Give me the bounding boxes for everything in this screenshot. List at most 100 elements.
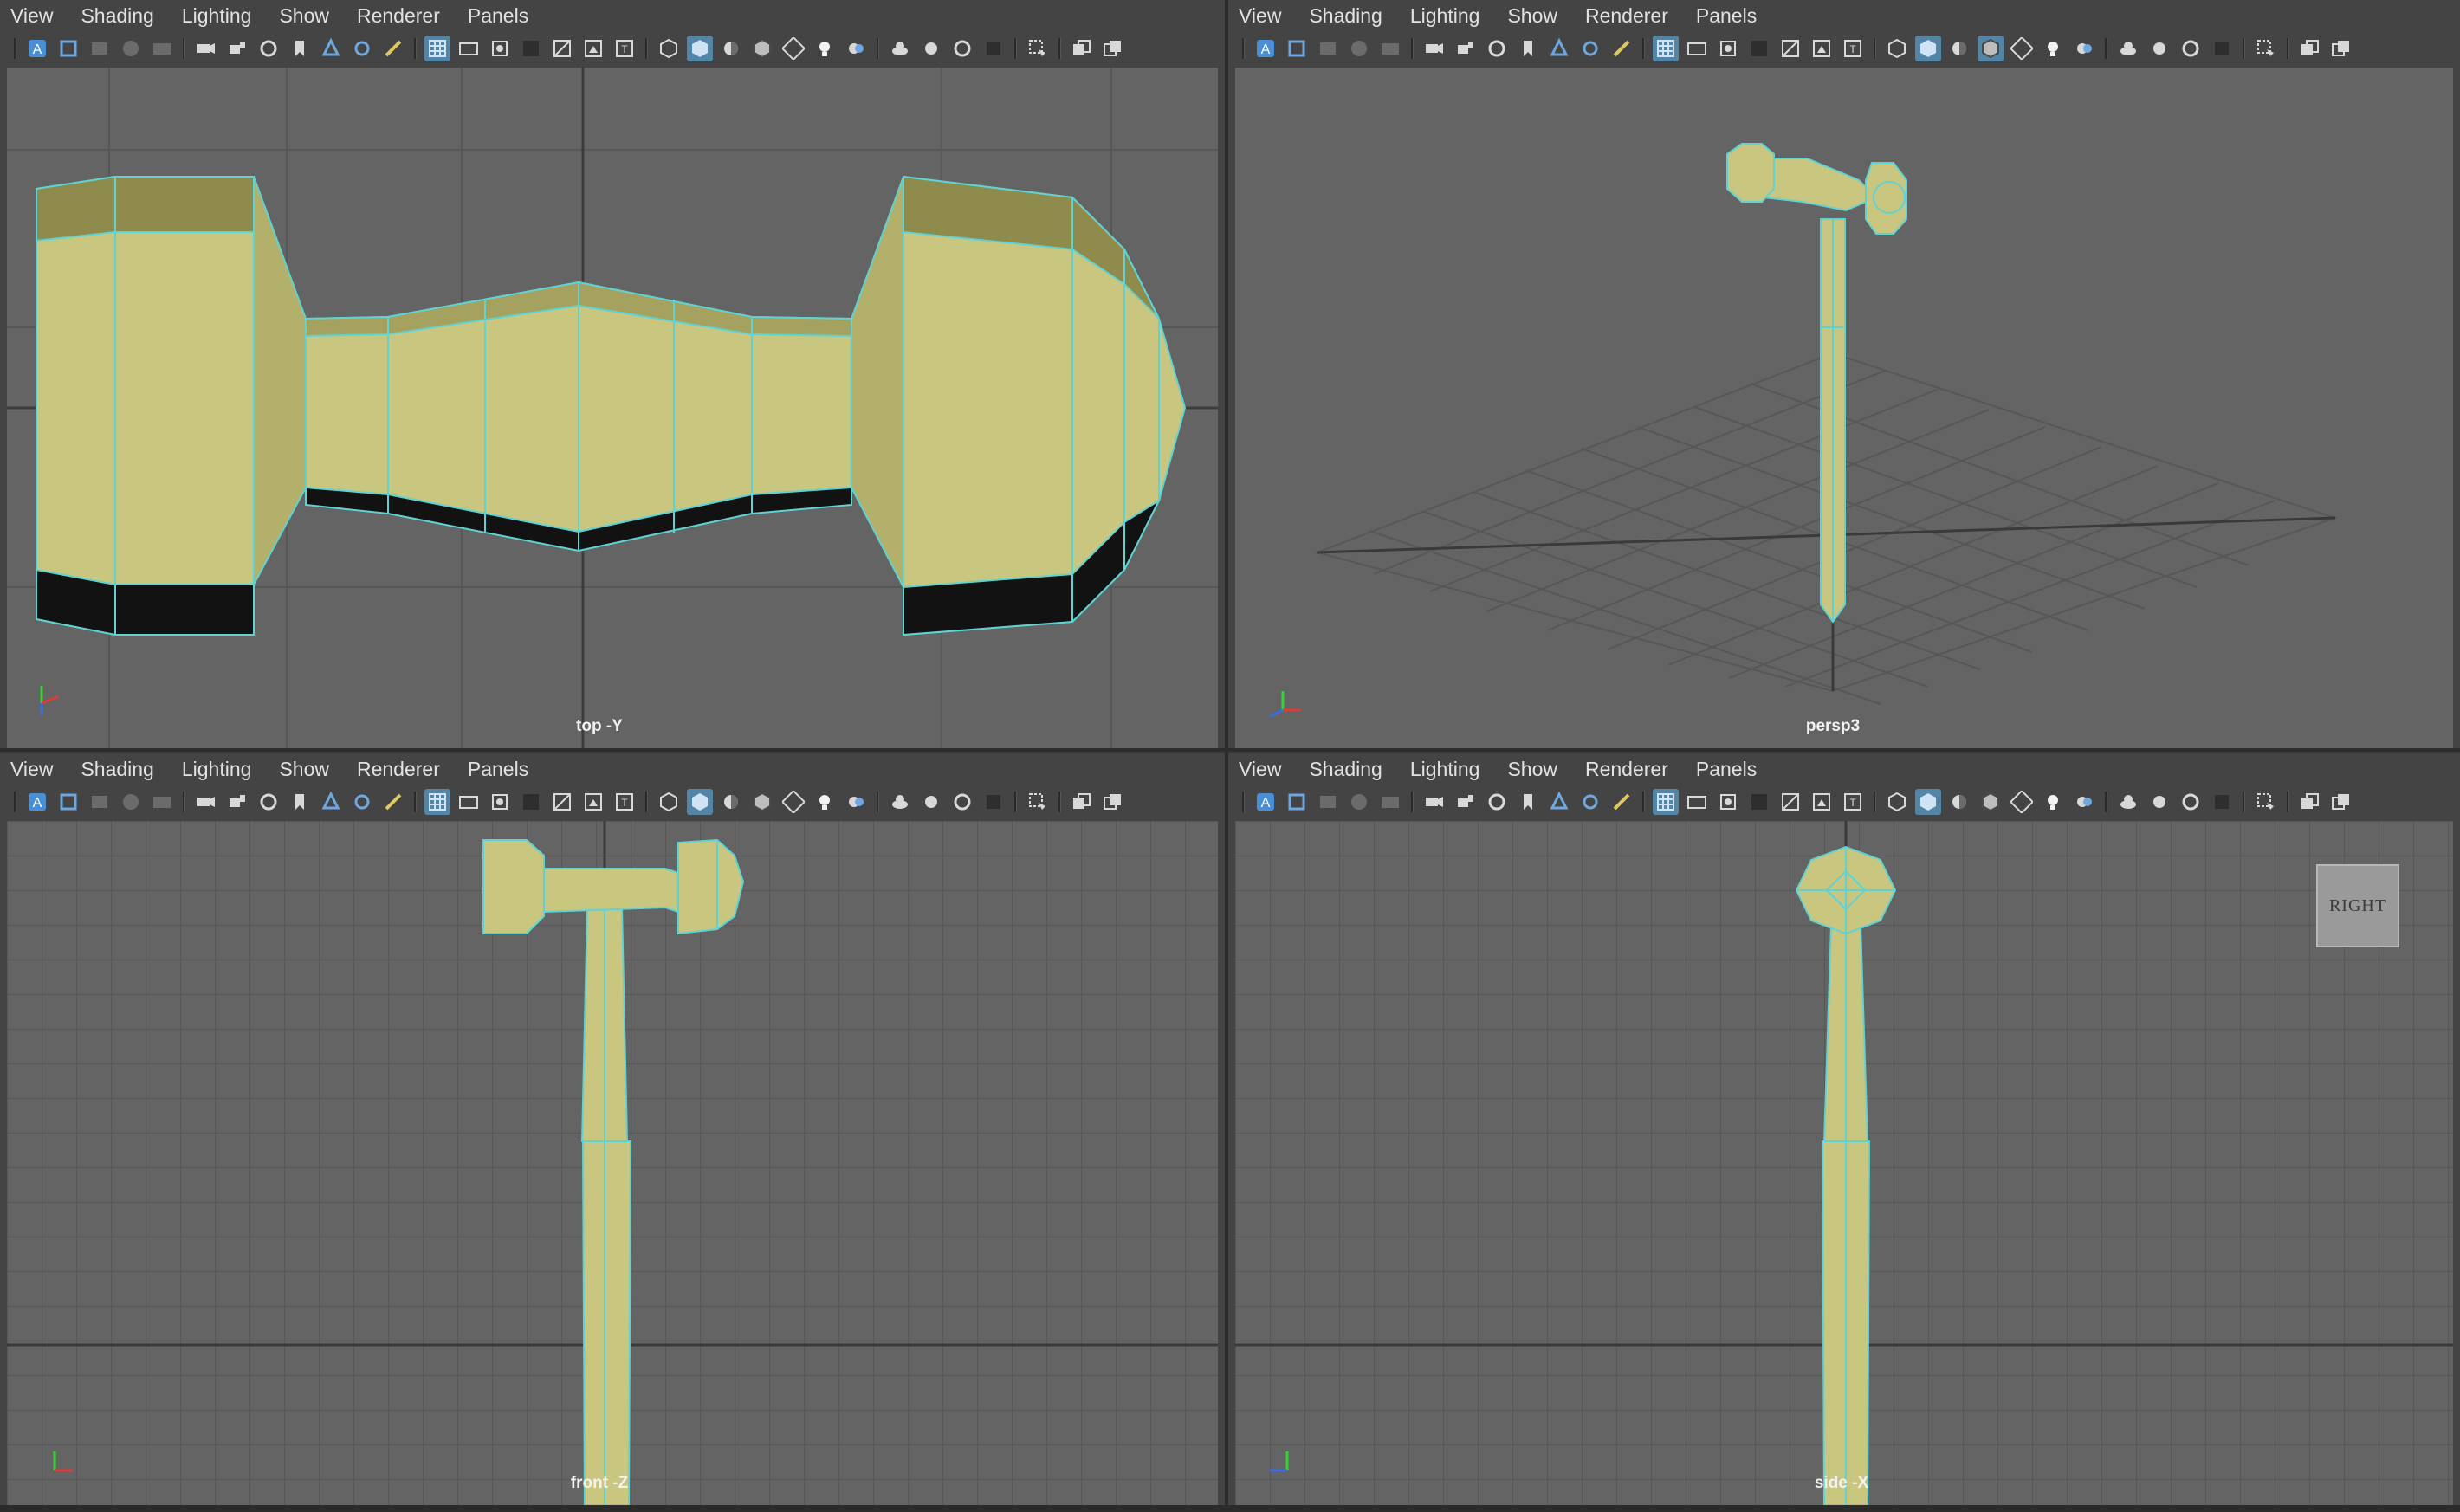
field-chart-icon[interactable] (1777, 36, 1803, 61)
wireframe-on-shaded-icon[interactable] (1978, 789, 2004, 815)
gate-mask-icon[interactable] (1746, 789, 1772, 815)
menu-view[interactable]: View (10, 4, 53, 28)
wireframe-cube-icon[interactable] (1884, 789, 1910, 815)
grid-view-icon[interactable] (1315, 789, 1341, 815)
select-camera-icon[interactable]: A (1253, 36, 1279, 61)
isolate-select-icon[interactable] (2253, 789, 2279, 815)
smooth-shaded-cube-icon[interactable] (687, 36, 713, 61)
safe-title-icon[interactable]: T (612, 36, 638, 61)
smooth-shaded-cube-icon[interactable] (1915, 789, 1941, 815)
anti-alias-icon[interactable] (949, 789, 975, 815)
paint-icon[interactable] (380, 36, 406, 61)
frame-icon[interactable] (55, 36, 81, 61)
menu-shading[interactable]: Shading (1309, 758, 1382, 781)
xray-joints-icon[interactable] (1100, 36, 1126, 61)
menu-show[interactable]: Show (279, 4, 329, 28)
safe-action-icon[interactable] (580, 36, 606, 61)
depth-icon[interactable] (981, 789, 1007, 815)
checker-icon[interactable] (2009, 36, 2035, 61)
smooth-shaded-cube-icon[interactable] (1915, 36, 1941, 61)
shadow-icon[interactable] (2071, 36, 2097, 61)
depth-icon[interactable] (2209, 789, 2235, 815)
grid-view-icon[interactable] (1315, 36, 1341, 61)
xray-joints-icon[interactable] (1100, 789, 1126, 815)
checker-icon[interactable] (2009, 789, 2035, 815)
gate-mask-icon[interactable] (1746, 36, 1772, 61)
film-icon[interactable] (1684, 36, 1710, 61)
motion-blur-icon[interactable] (918, 789, 944, 815)
motion-blur-icon[interactable] (2146, 789, 2172, 815)
sphere-icon[interactable] (1346, 789, 1372, 815)
camera-icon[interactable] (1421, 789, 1447, 815)
sphere-icon[interactable] (118, 36, 144, 61)
menu-view[interactable]: View (10, 758, 53, 781)
bookmark-icon[interactable] (287, 36, 313, 61)
xray-joints-icon[interactable] (2328, 36, 2354, 61)
frame-icon[interactable] (1284, 789, 1310, 815)
xray-joints-icon[interactable] (2328, 789, 2354, 815)
motion-blur-icon[interactable] (918, 36, 944, 61)
paint-icon[interactable] (1609, 36, 1635, 61)
grid-icon[interactable] (1653, 789, 1679, 815)
camera-lock-icon[interactable] (224, 789, 250, 815)
pane-divider-vertical[interactable] (1225, 0, 1228, 1512)
ambient-occlusion-icon[interactable] (2115, 36, 2141, 61)
menu-view[interactable]: View (1239, 758, 1281, 781)
isolate-select-icon[interactable] (1025, 789, 1051, 815)
field-chart-icon[interactable] (549, 789, 575, 815)
menu-show[interactable]: Show (1507, 4, 1557, 28)
anti-alias-icon[interactable] (2178, 36, 2204, 61)
light-bulb-icon[interactable] (812, 789, 838, 815)
menu-shading[interactable]: Shading (1309, 4, 1382, 28)
grid-icon[interactable] (424, 789, 450, 815)
viewport-top[interactable]: top -Y (7, 68, 1218, 748)
viewcube[interactable]: RIGHT (2316, 864, 2399, 947)
menu-shading[interactable]: Shading (81, 758, 153, 781)
frame-icon[interactable] (55, 789, 81, 815)
bookmark-icon[interactable] (1515, 789, 1541, 815)
image-plane-icon[interactable] (1546, 36, 1572, 61)
menu-lighting[interactable]: Lighting (182, 758, 252, 781)
film-gate-icon[interactable] (1377, 36, 1403, 61)
grid-view-icon[interactable] (87, 789, 113, 815)
move-icon[interactable] (349, 36, 375, 61)
grid-icon[interactable] (424, 36, 450, 61)
pane-divider-horizontal[interactable] (0, 748, 2460, 752)
sphere-icon[interactable] (1346, 36, 1372, 61)
checker-icon[interactable] (780, 789, 806, 815)
xray-icon[interactable] (1069, 789, 1095, 815)
field-chart-icon[interactable] (549, 36, 575, 61)
menu-panels[interactable]: Panels (1696, 4, 1757, 28)
menu-lighting[interactable]: Lighting (1410, 4, 1480, 28)
menu-renderer[interactable]: Renderer (357, 758, 440, 781)
field-chart-icon[interactable] (1777, 789, 1803, 815)
move-icon[interactable] (1577, 36, 1603, 61)
bookmark-icon[interactable] (287, 789, 313, 815)
move-icon[interactable] (1577, 789, 1603, 815)
paint-icon[interactable] (380, 789, 406, 815)
camera-icon[interactable] (193, 789, 219, 815)
film-icon[interactable] (456, 36, 482, 61)
image-plane-icon[interactable] (318, 36, 344, 61)
checker-icon[interactable] (780, 36, 806, 61)
anti-alias-icon[interactable] (2178, 789, 2204, 815)
shadow-icon[interactable] (2071, 789, 2097, 815)
ambient-occlusion-icon[interactable] (887, 36, 913, 61)
select-camera-icon[interactable]: A (24, 36, 50, 61)
flat-shaded-icon[interactable] (718, 36, 744, 61)
grid-view-icon[interactable] (87, 36, 113, 61)
move-icon[interactable] (349, 789, 375, 815)
isolate-select-icon[interactable] (2253, 36, 2279, 61)
select-camera-icon[interactable]: A (1253, 789, 1279, 815)
bookmark-icon[interactable] (1515, 36, 1541, 61)
isolate-select-icon[interactable] (1025, 36, 1051, 61)
wireframe-on-shaded-icon[interactable] (1978, 36, 2004, 61)
menu-panels[interactable]: Panels (468, 4, 528, 28)
viewport-front[interactable]: front -Z (7, 821, 1218, 1505)
select-camera-icon[interactable]: A (24, 789, 50, 815)
camera-lock-icon[interactable] (1453, 36, 1479, 61)
anti-alias-icon[interactable] (949, 36, 975, 61)
sphere-icon[interactable] (118, 789, 144, 815)
menu-lighting[interactable]: Lighting (182, 4, 252, 28)
menu-panels[interactable]: Panels (468, 758, 528, 781)
